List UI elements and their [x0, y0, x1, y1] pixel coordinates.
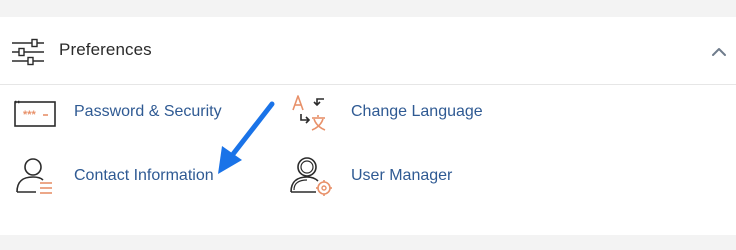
translate-icon — [292, 95, 326, 131]
section-title: Preferences — [59, 40, 152, 59]
preferences-panel: Preferences *** Password & Security Cont… — [0, 17, 736, 235]
contact-card-icon — [16, 158, 52, 194]
chevron-up-icon[interactable] — [708, 41, 730, 63]
sliders-icon — [12, 38, 44, 66]
contact-information-link[interactable]: Contact Information — [12, 154, 252, 200]
password-field-icon: *** — [14, 100, 56, 127]
contact-information-label: Contact Information — [74, 167, 214, 184]
change-language-link[interactable]: Change Language — [288, 90, 508, 136]
user-manager-label: User Manager — [351, 167, 453, 184]
svg-text:***: *** — [23, 109, 37, 121]
user-manager-icon — [290, 157, 332, 196]
password-security-link[interactable]: *** Password & Security — [12, 90, 252, 136]
panel-header[interactable]: Preferences — [0, 17, 736, 85]
password-security-label: Password & Security — [74, 103, 222, 120]
change-language-label: Change Language — [351, 103, 483, 120]
user-manager-link[interactable]: User Manager — [288, 154, 508, 200]
page: Preferences *** Password & Security Cont… — [0, 0, 736, 250]
